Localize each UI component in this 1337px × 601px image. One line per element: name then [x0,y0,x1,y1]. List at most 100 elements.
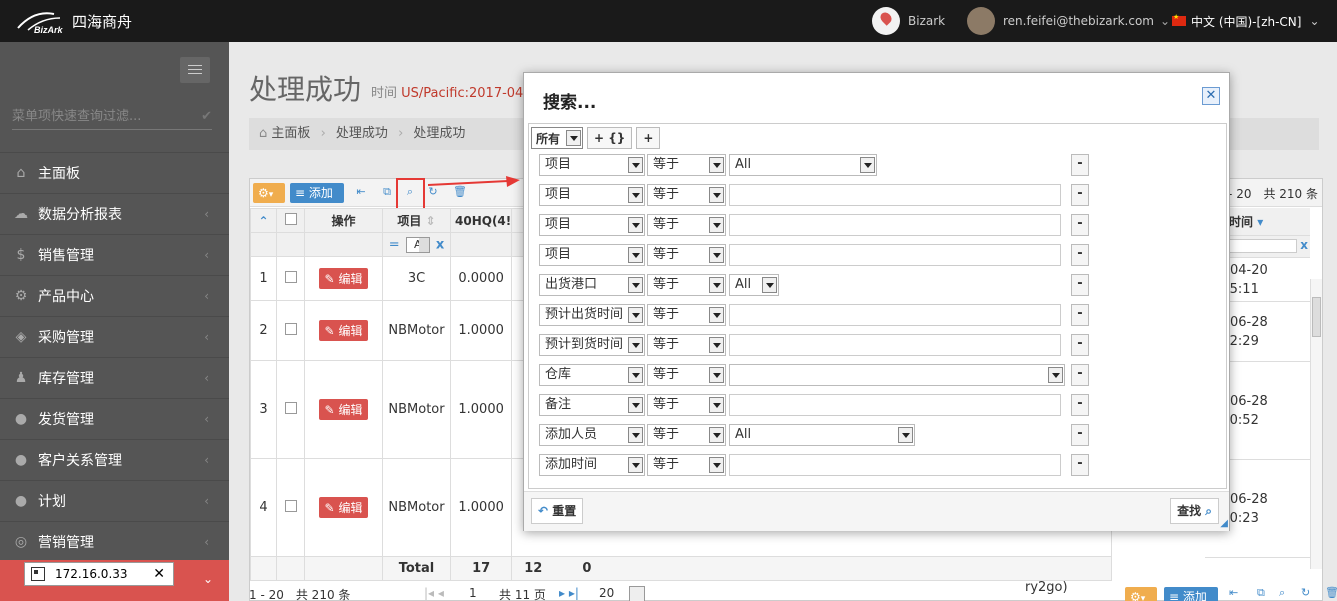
sidebar-item-crm[interactable]: ● 客户关系管理 ‹ [0,439,229,480]
rule-operator-select[interactable]: 等于 [647,304,726,326]
page-size[interactable]: 20 [599,586,614,600]
close-button[interactable]: ✕ [1202,87,1220,105]
rule-value-input[interactable] [729,184,1061,206]
sidebar-item-purchasing[interactable]: ◈ 采购管理 ‹ [0,316,229,357]
check-icon[interactable]: ✔ [201,104,212,130]
edit-button[interactable]: ✎ 编辑 [318,320,369,341]
checkbox[interactable] [284,499,297,512]
rule-value-select[interactable] [729,364,1065,386]
vertical-scrollbar[interactable] [1310,279,1322,569]
scrollbar-thumb[interactable] [1312,297,1321,337]
remove-rule-button[interactable]: - [1071,454,1089,476]
add-rule-button[interactable]: + [636,127,661,149]
reset-button[interactable]: ↶ 重置 [531,498,584,524]
select-all-header[interactable] [276,208,305,233]
clear-filter-icon[interactable]: x [1300,238,1308,252]
sidebar-item-products[interactable]: ⚙ 产品中心 ‹ [0,275,229,316]
row-select[interactable] [276,256,305,301]
rule-operator-select[interactable]: 等于 [647,454,726,476]
rule-field-select[interactable]: 添加人员 [539,424,645,446]
edit-button[interactable]: ✎ 编辑 [318,399,369,420]
checkbox[interactable] [284,401,297,414]
remove-rule-button[interactable]: - [1071,244,1089,266]
rule-operator-select[interactable]: 等于 [647,244,726,266]
remove-rule-button[interactable]: - [1071,424,1089,446]
row-select[interactable] [276,360,305,459]
rule-operator-select[interactable]: 等于 [647,424,726,446]
first-column-icon[interactable]: ⇤ [1229,586,1238,599]
rule-operator-select[interactable]: 等于 [647,334,726,356]
rule-field-select[interactable]: 预计出货时间 [539,304,645,326]
breadcrumb-item[interactable]: 处理成功 [336,126,388,141]
rule-operator-select[interactable]: 等于 [647,364,726,386]
close-icon[interactable]: ✕ [153,566,165,582]
sidebar-item-plan[interactable]: ● 计划 ‹ [0,480,229,521]
copy-icon[interactable]: ⧉ [380,185,394,199]
find-button[interactable]: 查找 ⌕ [1170,498,1219,524]
settings-button[interactable]: ⚙▾ [1125,587,1157,601]
settings-button[interactable]: ⚙▾ [253,183,285,203]
chevron-down-icon[interactable] [629,586,645,601]
rule-operator-select[interactable]: 等于 [647,214,726,236]
rule-field-select[interactable]: 添加时间 [539,454,645,476]
rule-operator-select[interactable]: 等于 [647,184,726,206]
remove-rule-button[interactable]: - [1071,184,1089,206]
rule-field-select[interactable]: 项目 [539,244,645,266]
resize-handle-icon[interactable]: ◢ [1220,518,1228,529]
item-filter[interactable]: = A x [382,232,451,257]
rule-field-select[interactable]: 预计到货时间 [539,334,645,356]
rule-value-input[interactable] [729,214,1061,236]
rule-field-select[interactable]: 项目 [539,154,645,176]
remove-rule-button[interactable]: - [1071,274,1089,296]
rule-operator-select[interactable]: 等于 [647,394,726,416]
group-operator-select[interactable]: 所有 [531,127,583,149]
add-button[interactable]: ≡ 添加 [290,183,344,203]
remove-rule-button[interactable]: - [1071,394,1089,416]
row-select[interactable] [276,458,305,557]
dialog-header[interactable]: 搜索... ✕ [524,73,1229,121]
next-page-icon[interactable]: ▸ ▸| [559,586,579,600]
remove-rule-button[interactable]: - [1071,154,1089,176]
rule-value-input[interactable] [729,394,1061,416]
rule-value-input[interactable] [729,454,1061,476]
company-menu[interactable]: Bizark [872,7,945,35]
copy-icon[interactable]: ⧉ [1257,586,1265,600]
rule-value-select[interactable]: All [729,154,877,176]
search-icon[interactable]: ⌕ [1279,586,1285,600]
item-header[interactable]: 项目 ⇕ [382,208,451,233]
clear-filter-icon[interactable]: x [436,237,444,252]
rule-field-select[interactable]: 项目 [539,214,645,236]
add-group-button[interactable]: + {} [587,127,633,149]
remove-rule-button[interactable]: - [1071,364,1089,386]
rule-value-input[interactable] [729,244,1061,266]
rule-field-select[interactable]: 仓库 [539,364,645,386]
menu-filter-input[interactable]: 菜单项快速查询过滤... ✔ [12,104,212,130]
checkbox[interactable] [284,213,297,225]
sidebar-item-shipping[interactable]: ● 发货管理 ‹ [0,398,229,439]
sidebar-item-reports[interactable]: ☁ 数据分析报表 ‹ [0,193,229,234]
sidebar-item-inventory[interactable]: ♟ 库存管理 ‹ [0,357,229,398]
page-number[interactable]: 1 [469,586,477,600]
filter-operator[interactable]: = [389,237,400,252]
rule-value-select[interactable]: All [729,274,779,296]
item-filter-select[interactable]: A [405,236,430,253]
menu-toggle-button[interactable] [180,57,210,83]
sidebar-item-dashboard[interactable]: ⌂ 主面板 [0,152,229,193]
breadcrumb-item[interactable]: 主面板 [271,126,310,141]
edit-button[interactable]: ✎ 编辑 [318,497,369,518]
remove-rule-button[interactable]: - [1071,304,1089,326]
sort-header[interactable]: ⌃ [250,208,277,233]
row-select[interactable] [276,300,305,361]
checkbox[interactable] [284,270,297,283]
rule-operator-select[interactable]: 等于 [647,154,726,176]
rule-value-input[interactable] [729,334,1061,356]
rule-field-select[interactable]: 备注 [539,394,645,416]
add-button[interactable]: ≡ 添加 [1164,587,1218,601]
sidebar-item-marketing[interactable]: ◎ 营销管理 ‹ [0,521,229,562]
refresh-icon[interactable]: ↻ [1301,586,1310,599]
rule-field-select[interactable]: 出货港口 [539,274,645,296]
edit-button[interactable]: ✎ 编辑 [318,268,369,289]
sidebar-item-sales[interactable]: $ 销售管理 ‹ [0,234,229,275]
user-menu[interactable]: ren.feifei@thebizark.com ⌄ [967,7,1170,35]
language-menu[interactable]: 中文 (中国)-[zh-CN] ⌄ [1172,7,1320,35]
